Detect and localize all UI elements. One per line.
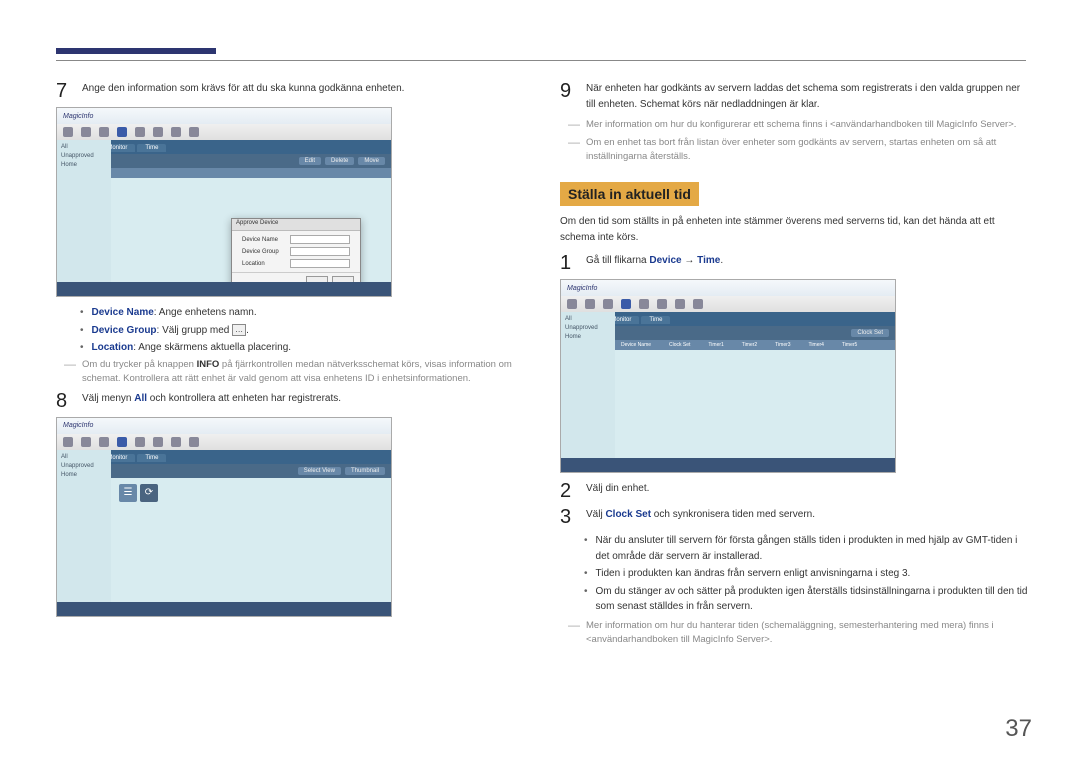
bullet-restart: • Om du stänger av och sätter på produkt… — [584, 584, 1028, 615]
step-text: Välj din enhet. — [586, 481, 649, 497]
note-device-removed: ― Om en enhet tas bort från listan över … — [568, 136, 1028, 165]
step-number: 8 — [56, 391, 70, 411]
screenshot-approve-dialog: MagicInfo All Unapproved Home Device Mon… — [56, 107, 392, 297]
note-info-button: ― Om du trycker på knappen INFO på fjärr… — [64, 358, 524, 387]
step-number: 7 — [56, 81, 70, 101]
browse-icon: … — [232, 324, 246, 336]
substep-3: 3 Välj Clock Set och synkronisera tiden … — [560, 507, 1028, 527]
dash-icon: ― — [568, 619, 580, 631]
dash-icon: ― — [568, 118, 580, 130]
ss-iconbtns: ☰ ⟳ — [119, 484, 158, 502]
header-rule — [56, 60, 1026, 61]
step-text: Välj menyn All och kontrollera att enhet… — [82, 391, 341, 407]
ss-main: Device Name Clock Set Timer1 Timer2 Time… — [615, 340, 895, 458]
note-time-manual: ― Mer information om hur du hanterar tid… — [568, 619, 1028, 648]
bullet-icon: • — [80, 340, 84, 356]
ss-titlebar: MagicInfo — [57, 418, 391, 434]
ss-sidebar: All Unapproved Home — [57, 140, 111, 296]
substep-2: 2 Välj din enhet. — [560, 481, 1028, 501]
step-text: Ange den information som krävs för att d… — [82, 81, 404, 97]
step-7: 7 Ange den information som krävs för att… — [56, 81, 524, 101]
step-number: 3 — [560, 507, 574, 527]
bullet-location: • Location: Ange skärmens aktuella place… — [80, 340, 524, 356]
left-column: 7 Ange den information som krävs för att… — [56, 81, 524, 651]
step-number: 1 — [560, 253, 574, 273]
step-number: 9 — [560, 81, 574, 101]
step-number: 2 — [560, 481, 574, 501]
right-column: 9 När enheten har godkänts av servern la… — [560, 81, 1028, 651]
bullet-device-group: • Device Group: Välj grupp med …. — [80, 323, 524, 339]
bullet-icon: • — [80, 323, 84, 339]
bullet-change-time: • Tiden i produkten kan ändras från serv… — [584, 566, 1028, 582]
subheading-set-time: Ställa in aktuell tid — [560, 182, 699, 206]
refresh-icon: ⟳ — [140, 484, 158, 502]
ss-sidebar: All Unapproved Home — [57, 450, 111, 616]
two-column-layout: 7 Ange den information som krävs för att… — [56, 81, 1032, 651]
ss-toolbar — [57, 434, 391, 450]
step-text: Välj Clock Set och synkronisera tiden me… — [586, 507, 815, 523]
bullet-icon: • — [584, 566, 588, 582]
step-text: När enheten har godkänts av servern ladd… — [586, 81, 1028, 112]
paragraph-time-mismatch: Om den tid som ställts in på enheten int… — [560, 214, 1028, 245]
bullet-device-name: • Device Name: Ange enhetens namn. — [80, 305, 524, 321]
bullet-gmt: • När du ansluter till servern för först… — [584, 533, 1028, 564]
bullet-icon: • — [80, 305, 84, 321]
note-magicinfo-manual: ― Mer information om hur du konfigurerar… — [568, 118, 1028, 133]
bullet-icon: • — [584, 584, 588, 600]
screenshot-time-tab: MagicInfo All Unapproved Home Device Mon… — [560, 279, 896, 473]
header-accent-bar — [56, 48, 216, 54]
ss-toolbar — [561, 296, 895, 312]
step-9: 9 När enheten har godkänts av servern la… — [560, 81, 1028, 112]
substep-1: 1 Gå till flikarna Device → Time. — [560, 253, 1028, 273]
step-8: 8 Välj menyn All och kontrollera att enh… — [56, 391, 524, 411]
step-text: Gå till flikarna Device → Time. — [586, 253, 723, 269]
dash-icon: ― — [64, 358, 76, 370]
bullet-icon: • — [584, 533, 588, 549]
ss-sidebar: All Unapproved Home — [561, 312, 615, 472]
page-number: 37 — [1005, 715, 1032, 743]
dash-icon: ― — [568, 136, 580, 148]
ss-titlebar: MagicInfo — [561, 280, 895, 296]
screenshot-all-menu: MagicInfo All Unapproved Home Device Mon… — [56, 417, 392, 617]
ss-main: Approve Device Device Name Device Group … — [111, 168, 391, 282]
ss-toolbar — [57, 124, 391, 140]
list-icon: ☰ — [119, 484, 137, 502]
ss-titlebar: MagicInfo — [57, 108, 391, 124]
